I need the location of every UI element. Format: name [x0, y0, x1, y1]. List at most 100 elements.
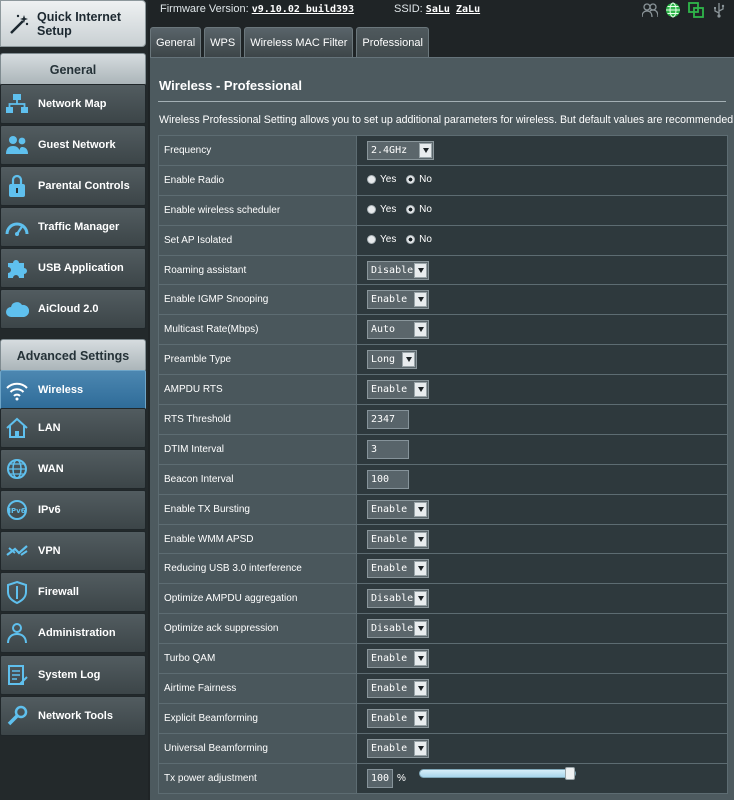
radio-label: No — [419, 233, 432, 245]
usb-icon[interactable] — [710, 1, 728, 19]
setting-label: Beacon Interval — [158, 463, 357, 495]
sidebar-item-label: Traffic Manager — [38, 221, 120, 233]
chevron-down-icon — [402, 352, 415, 368]
tab-wps[interactable]: WPS — [204, 27, 242, 57]
select-value: Enable — [371, 653, 408, 665]
advanced-settings-section-header: Advanced Settings — [0, 339, 146, 372]
select-value: Enable — [371, 384, 408, 396]
frequency-select[interactable]: 2.4GHz — [367, 140, 434, 160]
users-icon[interactable] — [641, 1, 659, 19]
quick-internet-setup-button[interactable]: Quick Internet Setup — [0, 0, 146, 47]
sidebar-item-label: VPN — [38, 545, 61, 557]
slider-handle[interactable] — [565, 766, 575, 780]
network-copy-icon[interactable] — [687, 1, 705, 19]
sidebar-item-traffic-manager[interactable]: Traffic Manager — [0, 207, 146, 247]
enable-radio-no[interactable]: No — [406, 174, 432, 185]
sidebar-item-network-map[interactable]: Network Map — [0, 84, 146, 124]
sidebar-item-system-log[interactable]: System Log — [0, 655, 146, 695]
firmware-version-link[interactable]: v9.10.02 build393 — [252, 4, 354, 15]
sidebar-item-parental-controls[interactable]: Parental Controls — [0, 166, 146, 206]
general-section-header: General — [0, 53, 146, 86]
network-map-icon — [5, 92, 29, 116]
sidebar-item-label: AiCloud 2.0 — [38, 303, 99, 315]
roaming-assistant-select[interactable]: Disable — [367, 260, 429, 280]
turbo-qam-select[interactable]: Enable — [367, 649, 429, 669]
ap-isolated-yes[interactable]: Yes — [367, 234, 396, 245]
svg-text:IPv6: IPv6 — [8, 507, 25, 515]
setting-label: Tx power adjustment — [158, 762, 357, 794]
wireless-tabs: General WPS Wireless MAC Filter Professi… — [150, 27, 429, 57]
wireless-scheduler-no[interactable]: No — [406, 204, 432, 215]
sidebar-item-network-tools[interactable]: Network Tools — [0, 696, 146, 736]
table-row: Enable Radio Yes No — [158, 164, 728, 196]
wireless-scheduler-yes[interactable]: Yes — [367, 204, 396, 215]
preamble-type-select[interactable]: Long — [367, 350, 417, 370]
sidebar-item-lan[interactable]: LAN — [0, 408, 146, 448]
tx-power-unit: % — [397, 772, 406, 784]
setting-label: Roaming assistant — [158, 254, 357, 286]
table-row: Tx power adjustment 100% — [158, 762, 728, 794]
select-value: Enable — [371, 503, 408, 515]
ampdu-aggregation-select[interactable]: Disable — [367, 589, 429, 609]
tx-power-slider[interactable] — [419, 766, 576, 780]
universal-beamforming-select[interactable]: Enable — [367, 738, 429, 758]
ssid-display: SSID: SaLu ZaLu — [394, 3, 480, 15]
ssid-link-5g[interactable]: ZaLu — [456, 4, 480, 15]
tx-bursting-select[interactable]: Enable — [367, 499, 429, 519]
chevron-down-icon — [414, 651, 427, 667]
sidebar-item-vpn[interactable]: VPN — [0, 531, 146, 571]
table-row: Explicit Beamforming Enable — [158, 702, 728, 734]
sidebar-item-aicloud[interactable]: AiCloud 2.0 — [0, 289, 146, 329]
sidebar-item-usb-application[interactable]: USB Application — [0, 248, 146, 288]
igmp-snooping-select[interactable]: Enable — [367, 290, 429, 310]
multicast-rate-select[interactable]: Auto — [367, 320, 429, 340]
table-row: AMPDU RTS Enable — [158, 374, 728, 406]
dtim-interval-input[interactable]: 3 — [367, 439, 409, 459]
ssid-link-2g[interactable]: SaLu — [426, 4, 450, 15]
sidebar-item-ipv6[interactable]: IPv6 IPv6 — [0, 490, 146, 530]
cloud-icon — [5, 297, 29, 321]
radio-label: Yes — [380, 203, 397, 215]
radio-dot — [367, 204, 376, 214]
tab-professional[interactable]: Professional — [356, 27, 429, 57]
sidebar: Quick Internet Setup General Network Map… — [0, 0, 148, 800]
beacon-interval-input[interactable]: 100 — [367, 469, 409, 489]
sidebar-item-firewall[interactable]: Firewall — [0, 572, 146, 612]
table-row: Enable IGMP Snooping Enable — [158, 284, 728, 316]
ampdu-rts-select[interactable]: Enable — [367, 380, 429, 400]
home-icon — [5, 416, 29, 440]
select-value: Long — [371, 354, 396, 366]
globe-icon[interactable] — [664, 1, 682, 19]
setting-label: Enable IGMP Snooping — [158, 284, 357, 316]
radio-dot — [367, 234, 376, 244]
magic-wand-icon — [7, 12, 31, 36]
tab-wireless-mac-filter[interactable]: Wireless MAC Filter — [244, 27, 354, 57]
table-row: Universal Beamforming Enable — [158, 732, 728, 764]
puzzle-icon — [5, 256, 29, 280]
tx-power-input[interactable]: 100 — [367, 768, 393, 788]
firmware-version: Firmware Version: v9.10.02 build393 — [160, 3, 354, 15]
sidebar-item-guest-network[interactable]: Guest Network — [0, 125, 146, 165]
rts-threshold-input[interactable]: 2347 — [367, 409, 409, 429]
sidebar-item-wan[interactable]: WAN — [0, 449, 146, 489]
wifi-icon — [5, 378, 29, 402]
tab-general[interactable]: General — [150, 27, 202, 57]
table-row: DTIM Interval 3 — [158, 433, 728, 465]
wmm-apsd-select[interactable]: Enable — [367, 529, 429, 549]
airtime-fairness-select[interactable]: Enable — [367, 678, 429, 698]
setting-label: Reducing USB 3.0 interference — [158, 553, 357, 585]
globe-icon — [5, 457, 29, 481]
setting-label: DTIM Interval — [158, 433, 357, 465]
ap-isolated-no[interactable]: No — [406, 234, 432, 245]
sidebar-item-wireless[interactable]: Wireless — [0, 370, 146, 410]
setting-label: Enable Radio — [158, 164, 357, 196]
usb3-interference-select[interactable]: Enable — [367, 559, 429, 579]
status-icons — [641, 1, 728, 19]
sidebar-item-label: LAN — [38, 422, 61, 434]
ack-suppression-select[interactable]: Disable — [367, 619, 429, 639]
vpn-icon — [5, 539, 29, 563]
explicit-beamforming-select[interactable]: Enable — [367, 708, 429, 728]
select-value: Disable — [371, 623, 414, 635]
sidebar-item-administration[interactable]: Administration — [0, 613, 146, 653]
enable-radio-yes[interactable]: Yes — [367, 174, 396, 185]
